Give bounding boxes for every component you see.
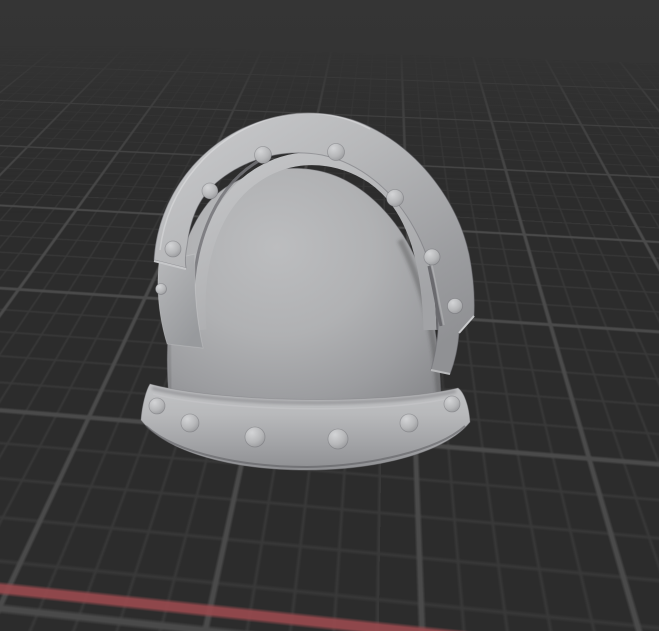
rivet [254, 146, 272, 164]
rivet [423, 248, 441, 266]
pauldron-model[interactable] [0, 0, 659, 631]
rivet [201, 182, 219, 200]
rivet [155, 283, 167, 295]
rivet [327, 143, 345, 161]
rivet [244, 426, 266, 448]
rivet [399, 413, 419, 433]
rivet [180, 413, 200, 433]
viewport-3d[interactable] [0, 0, 659, 631]
rivet [443, 395, 461, 413]
rivet [327, 428, 349, 450]
rivet [447, 298, 463, 314]
rivet [164, 240, 182, 258]
rivet [386, 189, 404, 207]
rivet [148, 397, 166, 415]
